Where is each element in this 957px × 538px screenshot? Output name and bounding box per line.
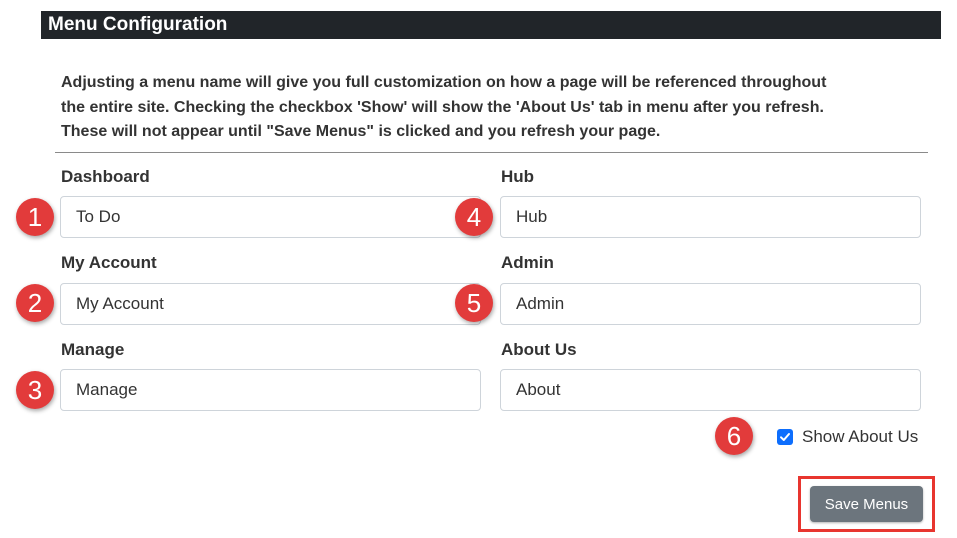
description-line: the entire site. Checking the checkbox '…	[61, 98, 824, 116]
hub-label: Hub	[501, 167, 535, 186]
show-about-us-row[interactable]: Show About Us	[777, 426, 918, 448]
show-about-us-checkbox[interactable]	[777, 429, 793, 445]
description-line: These will not appear until "Save Menus"…	[61, 123, 661, 140]
admin-input[interactable]	[500, 283, 921, 325]
divider	[55, 152, 928, 153]
manage-input[interactable]	[60, 369, 481, 411]
section-title: Menu Configuration	[48, 14, 228, 35]
annotation-badge-5: 5	[455, 284, 493, 322]
manage-label: Manage	[61, 340, 125, 359]
annotation-badge-6: 6	[715, 417, 753, 455]
save-menus-button[interactable]: Save Menus	[810, 486, 923, 522]
annotation-badge-1: 1	[16, 198, 54, 236]
about-us-input[interactable]	[500, 369, 921, 411]
description-line: Adjusting a menu name will give you full…	[61, 74, 827, 91]
my-account-label: My Account	[61, 253, 157, 272]
description-text: Adjusting a menu name will give you full…	[61, 71, 931, 145]
annotation-badge-4: 4	[455, 198, 493, 236]
about-us-label: About Us	[501, 340, 577, 359]
hub-input[interactable]	[500, 196, 921, 238]
annotation-badge-3: 3	[16, 371, 54, 409]
dashboard-label: Dashboard	[61, 167, 150, 186]
section-header: Menu Configuration	[41, 11, 941, 39]
checkmark-icon	[780, 433, 790, 441]
show-about-us-label: Show About Us	[802, 427, 919, 446]
admin-label: Admin	[501, 253, 554, 272]
my-account-input[interactable]	[60, 283, 481, 325]
dashboard-input[interactable]	[60, 196, 481, 238]
annotation-badge-2: 2	[16, 284, 54, 322]
